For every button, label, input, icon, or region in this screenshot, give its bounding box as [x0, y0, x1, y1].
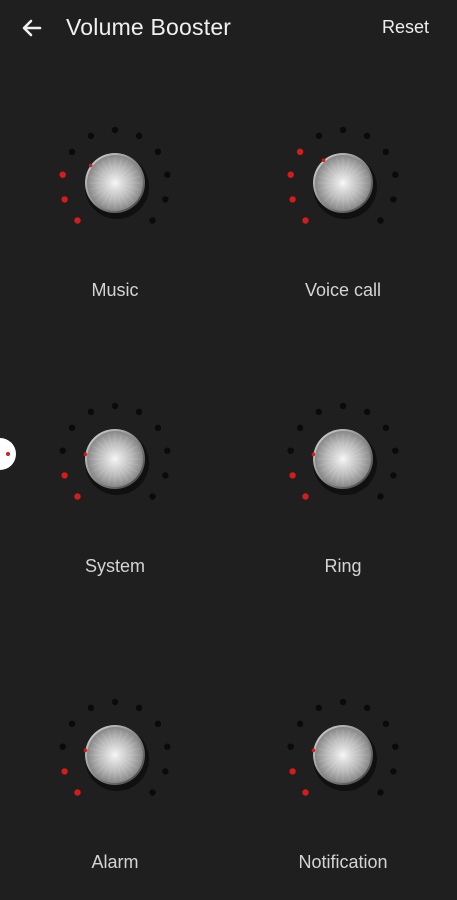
knob-notification[interactable]: Notification: [263, 682, 423, 892]
level-dot: [296, 720, 304, 727]
knob-dial[interactable]: [35, 110, 195, 260]
level-dot: [363, 704, 371, 711]
level-dot: [135, 408, 143, 415]
level-dot: [287, 171, 294, 178]
level-dot: [59, 447, 66, 454]
level-dot: [392, 743, 399, 750]
level-dot: [296, 424, 304, 431]
level-dot: [392, 171, 399, 178]
knob-pointer: [311, 748, 316, 753]
knob-music[interactable]: Music: [35, 110, 195, 320]
level-dot: [315, 132, 323, 139]
level-dot: [61, 196, 68, 203]
knob-label: Music: [91, 280, 139, 300]
level-dot: [87, 132, 95, 139]
knob-dial[interactable]: [35, 386, 195, 536]
level-dot: [287, 743, 294, 750]
level-dot: [59, 743, 66, 750]
level-dot: [68, 148, 76, 155]
level-dot: [164, 171, 171, 178]
level-dot: [111, 126, 119, 134]
level-dot: [154, 424, 162, 431]
level-dot: [154, 720, 162, 727]
level-dot: [392, 447, 399, 454]
level-dot: [74, 493, 81, 500]
level-dot: [74, 217, 81, 224]
level-dot: [68, 424, 76, 431]
knob-voice-call[interactable]: Voice call: [263, 110, 423, 320]
knob-pointer: [311, 452, 316, 457]
knob-label: System: [84, 556, 145, 576]
knob-label: Voice call: [304, 280, 382, 300]
level-dot: [296, 148, 304, 155]
knob-pointer: [88, 163, 93, 168]
level-dot: [135, 132, 143, 139]
level-dot: [377, 789, 384, 796]
level-dot: [363, 408, 371, 415]
level-dot: [61, 472, 68, 479]
level-dot: [111, 698, 119, 706]
level-dot: [339, 698, 347, 706]
level-dot: [390, 768, 397, 775]
level-dot: [61, 768, 68, 775]
level-dot: [149, 217, 156, 224]
level-dot: [162, 196, 169, 203]
level-dot: [87, 704, 95, 711]
level-dot: [74, 789, 81, 796]
knob-dial[interactable]: [263, 386, 423, 536]
knob-system[interactable]: System: [35, 386, 195, 596]
level-dot: [164, 743, 171, 750]
level-dot: [377, 217, 384, 224]
level-dot: [390, 472, 397, 479]
level-dot: [302, 217, 309, 224]
level-dot: [149, 493, 156, 500]
level-dot: [390, 196, 397, 203]
level-dot: [377, 493, 384, 500]
level-dot: [289, 768, 296, 775]
level-dot: [382, 720, 390, 727]
level-dot: [135, 704, 143, 711]
knob-dial[interactable]: [35, 682, 195, 832]
level-dot: [162, 472, 169, 479]
level-dot: [382, 148, 390, 155]
level-dot: [302, 789, 309, 796]
level-dot: [339, 402, 347, 410]
knob-pointer: [83, 452, 88, 457]
level-dot: [315, 408, 323, 415]
level-dot: [111, 402, 119, 410]
handle-dot: [6, 452, 10, 456]
knob-label: Notification: [298, 852, 388, 872]
level-dot: [164, 447, 171, 454]
knob-pointer: [321, 158, 326, 162]
level-dot: [162, 768, 169, 775]
level-dot: [302, 493, 309, 500]
level-dot: [287, 447, 294, 454]
level-dot: [289, 196, 296, 203]
level-dot: [154, 148, 162, 155]
knob-grid: Music Voice call System Ring Alarm Notif…: [0, 0, 457, 900]
level-dot: [87, 408, 95, 415]
knob-label: Ring: [324, 556, 362, 576]
level-dot: [149, 789, 156, 796]
level-dot: [339, 126, 347, 134]
knob-dial[interactable]: [263, 110, 423, 260]
knob-label: Alarm: [91, 852, 139, 872]
knob-alarm[interactable]: Alarm: [35, 682, 195, 892]
knob-pointer: [83, 748, 88, 753]
knob-dial[interactable]: [263, 682, 423, 832]
level-dot: [363, 132, 371, 139]
knob-ring[interactable]: Ring: [263, 386, 423, 596]
level-dot: [68, 720, 76, 727]
level-dot: [382, 424, 390, 431]
level-dot: [315, 704, 323, 711]
level-dot: [289, 472, 296, 479]
level-dot: [59, 171, 66, 178]
